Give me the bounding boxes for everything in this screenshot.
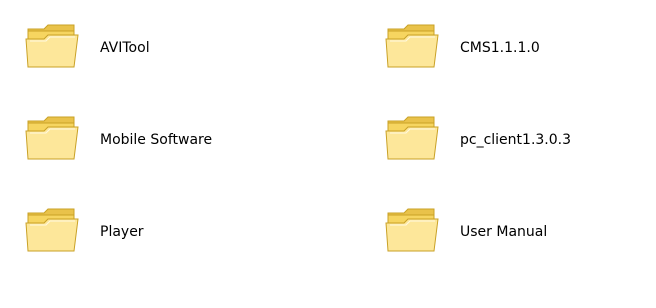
folder-label: User Manual [460,224,548,240]
folder-item-user-manual[interactable]: User Manual [382,200,547,264]
folder-item-player[interactable]: Player [22,200,144,264]
folder-icon [385,116,439,160]
folder-label: Mobile Software [100,132,213,148]
folder-label: pc_client1.3.0.3 [460,132,572,148]
folder-icon [25,208,79,252]
folder-icon [25,24,79,68]
folder-item-pc-client[interactable]: pc_client1.3.0.3 [382,108,571,172]
folder-icon [385,208,439,252]
folder-item-mobile-software[interactable]: Mobile Software [22,108,212,172]
folder-label: AVITool [100,40,150,56]
file-list-pane: AVITool CMS1.1.1.0 Mobile Software pc_cl… [0,0,656,308]
folder-item-cms[interactable]: CMS1.1.1.0 [382,16,540,80]
folder-label: CMS1.1.1.0 [460,40,540,56]
folder-label: Player [100,224,144,240]
folder-icon [385,24,439,68]
folder-item-avitool[interactable]: AVITool [22,16,150,80]
folder-icon [25,116,79,160]
